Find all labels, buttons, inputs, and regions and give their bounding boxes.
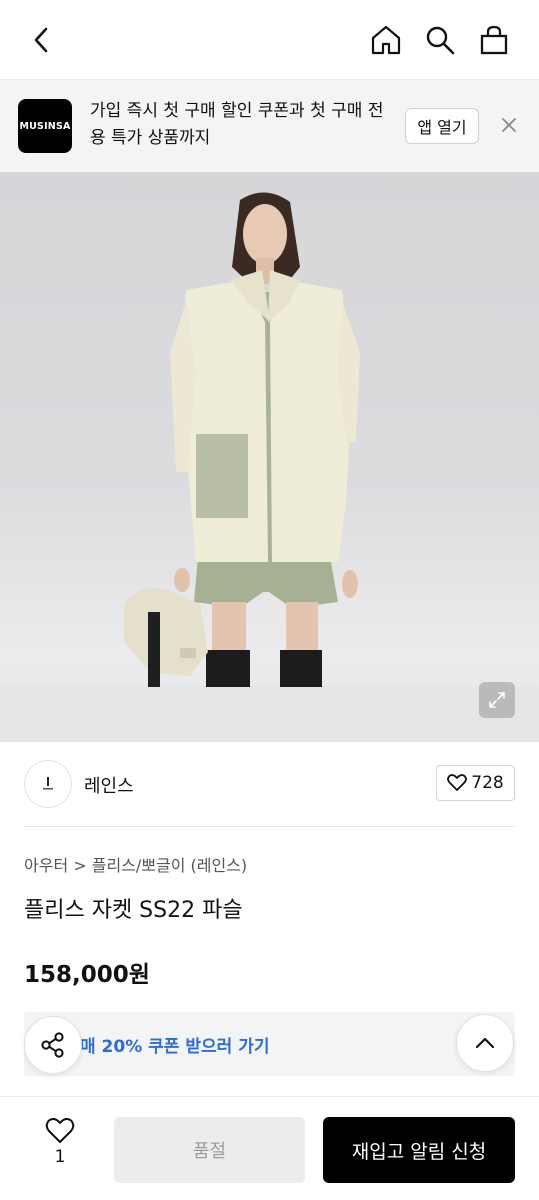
restock-alert-button[interactable]: 재입고 알림 신청 [323,1117,515,1183]
category-breadcrumb[interactable]: 아우터 > 플리스/뽀글이 (레인스) [24,852,247,876]
product-image[interactable] [0,172,539,742]
banner-message: 가입 즉시 첫 구매 할인 쿠폰과 첫 구매 전용 특가 상품까지 [90,101,384,148]
image-floor [0,687,539,742]
like-count: 728 [471,773,504,793]
cart-button[interactable] [472,18,516,62]
musinsa-logo: MUSINSA [18,99,72,153]
model-illustration [124,192,360,687]
share-icon [41,1032,64,1058]
shopping-bag-icon [480,25,508,55]
expand-image-button[interactable] [479,682,515,718]
soldout-button: 품절 [114,1117,305,1183]
coupon-link-text[interactable]: 매 20% 쿠폰 받으러 가기 [80,1032,269,1057]
brand-name[interactable]: 레인스 [84,772,134,798]
bottom-action-bar: 1 품절 재입고 알림 신청 [0,1096,539,1200]
chevron-left-icon [34,27,48,53]
top-navigation-bar [0,0,539,80]
search-button[interactable] [418,18,462,62]
share-button[interactable] [24,1016,82,1074]
coupon-banner[interactable]: 매 20% 쿠폰 받으러 가기 [24,1012,515,1076]
brand-logo-avatar[interactable] [24,760,72,808]
banner-close-button[interactable] [494,110,524,140]
close-icon [502,118,516,132]
open-app-button[interactable]: 앱 열기 [405,108,479,144]
product-price: 158,000원 [24,962,150,988]
chevron-up-icon [475,1037,495,1049]
home-icon [371,25,401,55]
heart-icon [447,774,468,791]
wishlist-count: 1 [54,1147,66,1167]
heart-icon [45,1117,75,1143]
wishlist-button[interactable]: 1 [36,1117,84,1181]
app-install-banner: MUSINSA 가입 즉시 첫 구매 할인 쿠폰과 첫 구매 전용 특가 상품까… [0,80,539,172]
product-title: 플리스 자켓 SS22 파슬 [24,898,243,923]
brand-row: 레인스 728 [24,760,515,808]
expand-icon [489,692,505,708]
back-button[interactable] [20,18,64,62]
brand-like-button[interactable]: 728 [436,765,515,801]
search-icon [426,26,455,55]
section-divider [24,826,515,827]
home-button[interactable] [364,18,408,62]
rains-logo-icon [43,777,53,790]
scroll-to-top-button[interactable] [456,1014,514,1072]
